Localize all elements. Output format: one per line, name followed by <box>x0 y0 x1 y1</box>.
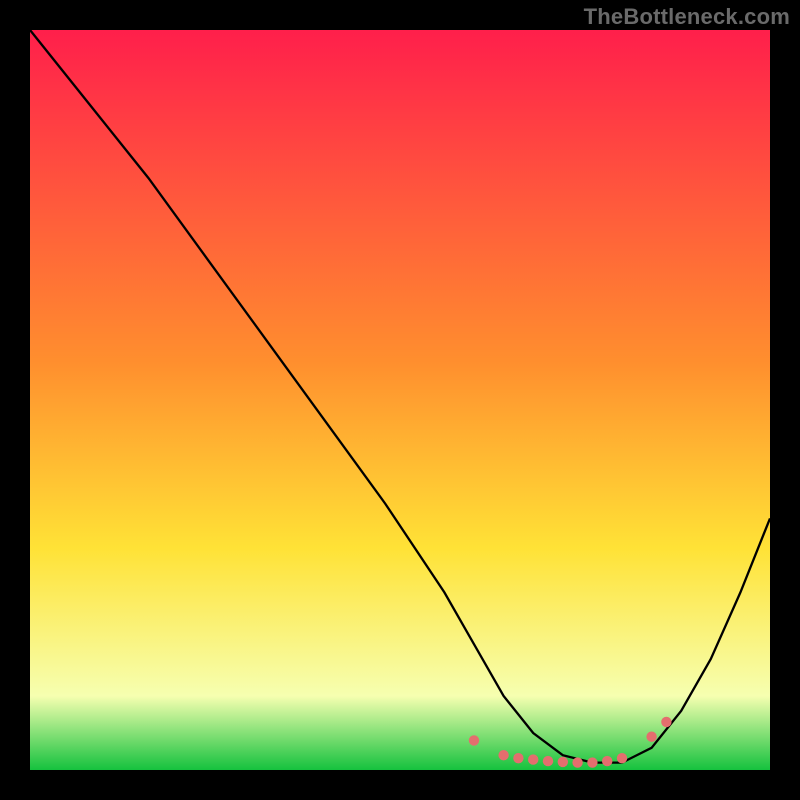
highlight-dot <box>558 757 568 767</box>
highlight-dot <box>469 735 479 745</box>
highlight-dot <box>572 757 582 767</box>
plot-background <box>30 30 770 770</box>
chart-svg <box>0 0 800 800</box>
highlight-dot <box>602 756 612 766</box>
highlight-dot <box>661 717 671 727</box>
highlight-dot <box>528 754 538 764</box>
highlight-dot <box>498 750 508 760</box>
highlight-dot <box>513 753 523 763</box>
watermark-text: TheBottleneck.com <box>584 4 790 30</box>
highlight-dot <box>543 756 553 766</box>
chart-root: TheBottleneck.com <box>0 0 800 800</box>
highlight-dot <box>617 753 627 763</box>
highlight-dot <box>646 732 656 742</box>
highlight-dot <box>587 757 597 767</box>
